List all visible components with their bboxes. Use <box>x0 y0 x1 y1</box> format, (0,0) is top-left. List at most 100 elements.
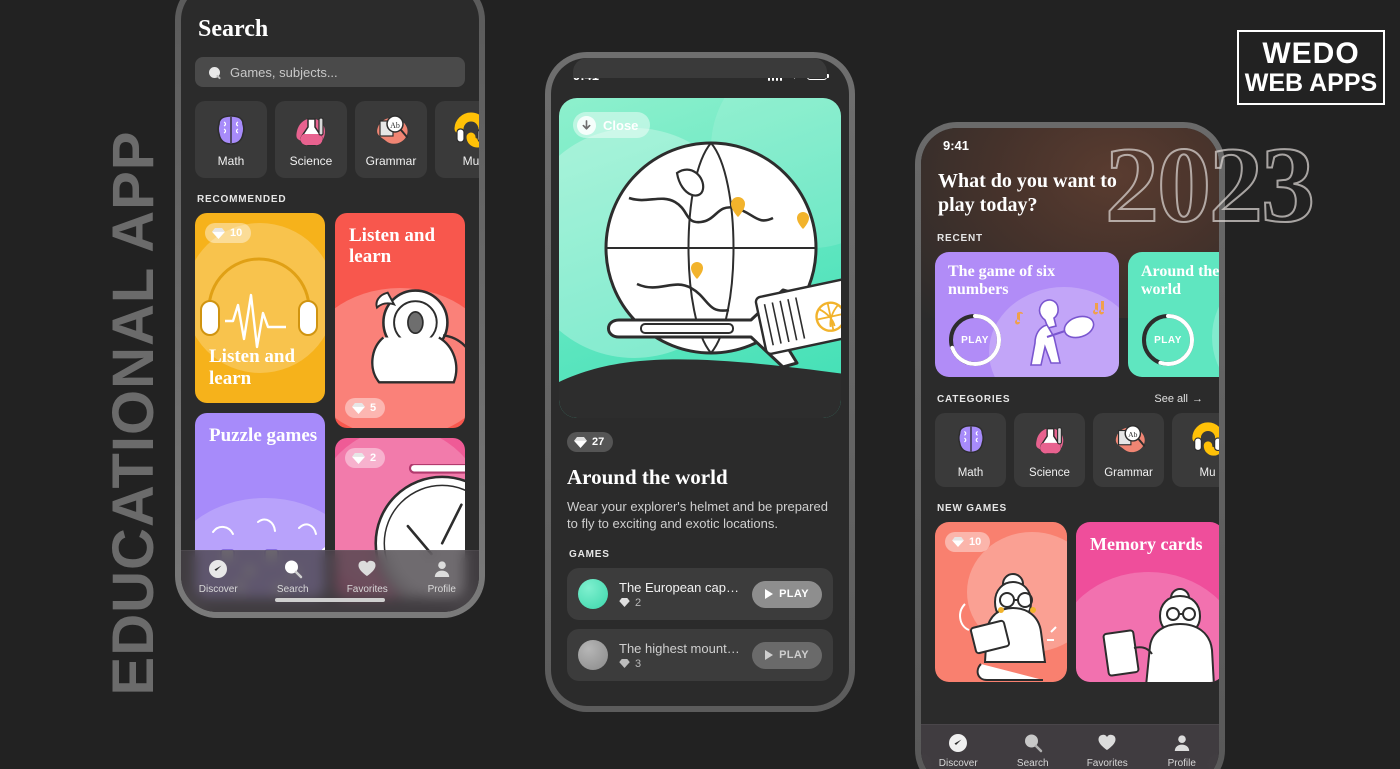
see-all-label: See all <box>1154 393 1188 406</box>
grammar-icon: Ab <box>371 111 411 151</box>
phone2-screen: 9:41 Close <box>551 58 849 706</box>
category-item-math[interactable]: Math <box>935 413 1006 488</box>
tab-label: Search <box>1016 758 1049 769</box>
music-icon <box>451 111 479 151</box>
reading-granny-illustration <box>959 573 1057 682</box>
categories-header-row: CATEGORIES See all → <box>937 393 1203 405</box>
category-label: Grammar <box>365 154 417 168</box>
logo-line-1: WEDO <box>1262 37 1360 70</box>
poster-year: 2023 <box>1104 126 1316 245</box>
recommended-header: RECOMMENDED <box>197 194 287 205</box>
tab-label: Profile <box>427 584 456 595</box>
bottom-tab-bar[interactable]: Discover Search Favorites Profile <box>181 550 479 612</box>
play-label: PLAY <box>961 334 989 346</box>
game-name: The highest mountains <box>619 640 742 656</box>
category-item-science[interactable]: Science <box>1014 413 1085 488</box>
search-input[interactable]: Games, subjects... <box>195 57 465 87</box>
close-button[interactable]: Close <box>573 112 651 138</box>
gem-count: 2 <box>370 452 377 464</box>
category-label: Math <box>957 467 984 480</box>
category-item-math[interactable]: Math <box>195 101 267 178</box>
detail-description: Wear your explorer's helmet and be prepa… <box>567 498 828 532</box>
new-games-header: NEW GAMES <box>937 503 1007 515</box>
arrow-right-icon: → <box>1192 393 1203 406</box>
home-title: What do you want to play today? <box>938 170 1117 216</box>
search-icon <box>1023 733 1043 753</box>
play-ring-button[interactable]: PLAY <box>1141 313 1195 367</box>
gem-count: 5 <box>370 402 377 414</box>
see-all-link[interactable]: See all → <box>1154 393 1203 405</box>
tab-search[interactable]: Search <box>996 733 1071 769</box>
bottom-tab-bar[interactable]: Discover Search Favorites Profile <box>921 724 1219 769</box>
status-time: 9:41 <box>943 137 970 153</box>
search-placeholder: Games, subjects... <box>230 64 338 80</box>
play-ring-button[interactable]: PLAY <box>948 313 1002 367</box>
new-game-card-memory-cards[interactable]: Memory cards <box>1076 522 1219 683</box>
search-icon <box>283 559 303 579</box>
tab-label: Favorites <box>346 584 388 595</box>
search-icon <box>209 66 220 78</box>
games-header: GAMES <box>569 549 610 561</box>
tab-favorites[interactable]: Favorites <box>1070 733 1145 769</box>
close-label: Close <box>603 117 639 133</box>
person-icon <box>432 559 452 579</box>
game-meta: The European capitals 2 <box>619 580 741 609</box>
list-item[interactable]: The highest mountains 3 PLAY <box>567 629 833 682</box>
category-label: Science <box>289 154 333 168</box>
recent-card-around-the-world[interactable]: Around the world PLAY <box>1128 252 1219 378</box>
gem-count: 2 <box>635 596 642 609</box>
recommended-grid: 10 Listen and learn Puzzle games Listen … <box>195 213 465 598</box>
globe-icon <box>578 579 608 610</box>
tab-label: Search <box>276 584 309 595</box>
game-card-title: Listen and learn <box>209 346 296 389</box>
page-title: Search <box>198 16 269 42</box>
category-label: Mu <box>462 154 479 168</box>
logo-line-2: WEB APPS <box>1244 69 1378 97</box>
poster-canvas: EDUCATIONAL APP WEDO WEB APPS 2023 Searc… <box>0 0 1400 769</box>
gem-badge: 10 <box>945 532 991 553</box>
game-name: The European capitals <box>619 579 742 595</box>
tab-discover[interactable]: Discover <box>921 733 996 769</box>
detail-title: Around the world <box>567 464 728 489</box>
new-game-card-title: Memory cards <box>1090 534 1203 555</box>
game-cost: 2 <box>619 597 741 609</box>
hero-sheet-backdrop <box>573 58 827 78</box>
gem-count: 3 <box>635 657 642 670</box>
home-indicator <box>275 598 385 602</box>
flask-icon <box>291 111 331 151</box>
category-item-music[interactable]: Mu <box>435 101 479 178</box>
tab-profile[interactable]: Profile <box>1145 733 1220 769</box>
tab-label: Favorites <box>1086 758 1128 769</box>
category-item-science[interactable]: Science <box>275 101 347 178</box>
list-item[interactable]: The European capitals 2 PLAY <box>567 568 833 621</box>
recent-card-six-numbers[interactable]: The game of six numbers PLAY <box>935 252 1119 378</box>
grammar-icon: Ab <box>1110 421 1148 464</box>
wedo-web-apps-logo: WEDO WEB APPS <box>1237 30 1385 105</box>
category-item-grammar[interactable]: Ab Grammar <box>1093 413 1164 488</box>
poster-vertical-title: EDUCATIONAL APP <box>100 130 166 696</box>
new-game-card-1[interactable]: 10 <box>935 522 1067 683</box>
compass-icon <box>208 559 228 579</box>
tab-discover[interactable]: Discover <box>181 559 256 595</box>
compass-icon <box>948 733 968 753</box>
gem-badge: 10 <box>205 223 252 243</box>
category-list[interactable]: Math Science Ab Grammar Mu <box>935 413 1219 488</box>
play-label: PLAY <box>779 649 809 662</box>
tab-favorites[interactable]: Favorites <box>330 559 405 595</box>
tab-profile[interactable]: Profile <box>405 559 480 595</box>
play-triangle-icon <box>765 589 774 600</box>
phone1-content: Search Games, subjects... Math Science A… <box>181 16 479 598</box>
svg-text:Ab: Ab <box>390 121 400 130</box>
category-list[interactable]: Math Science Ab Grammar Mu <box>195 101 479 178</box>
tab-search[interactable]: Search <box>256 559 331 595</box>
play-button[interactable]: PLAY <box>752 580 822 608</box>
play-button[interactable]: PLAY <box>752 641 822 669</box>
game-card-listen-and-learn-red[interactable]: Listen and learn 5 <box>335 213 465 428</box>
svg-text:Ab: Ab <box>1128 430 1137 439</box>
category-item-music[interactable]: Mu <box>1172 413 1219 488</box>
category-item-grammar[interactable]: Ab Grammar <box>355 101 427 178</box>
brain-icon <box>952 421 990 464</box>
tab-label: Profile <box>1167 758 1196 769</box>
game-cost: 3 <box>619 658 741 670</box>
game-card-listen-and-learn-yellow[interactable]: 10 Listen and learn <box>195 213 325 403</box>
